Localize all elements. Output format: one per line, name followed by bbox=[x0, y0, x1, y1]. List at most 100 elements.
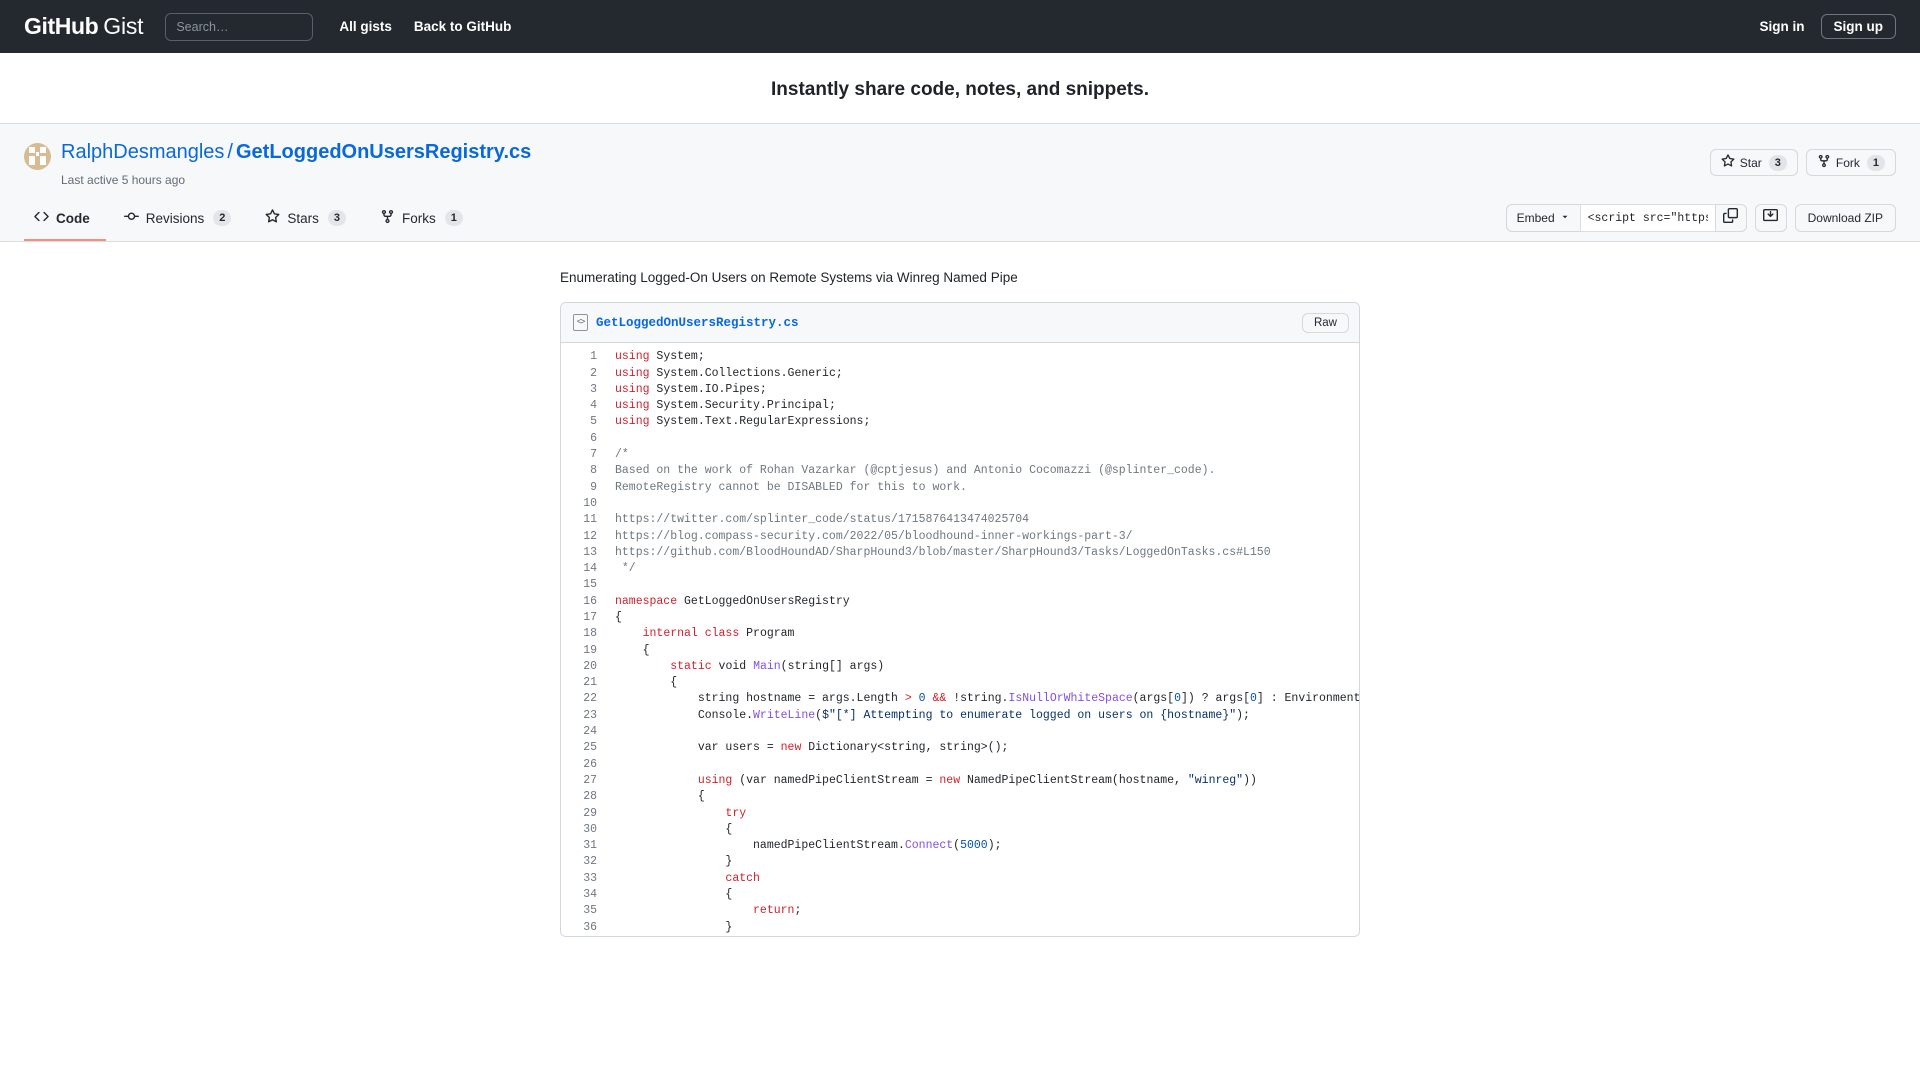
line-number: 11 bbox=[583, 513, 597, 527]
line-number: 27 bbox=[583, 773, 597, 787]
header-actions: Star 3 Fork 1 bbox=[1709, 149, 1896, 176]
line-number: 5 bbox=[590, 415, 597, 429]
line-content: } bbox=[615, 855, 733, 869]
line-number: 19 bbox=[583, 643, 597, 657]
nav-link-back-to-github[interactable]: Back to GitHub bbox=[414, 19, 512, 34]
tab-forks-label: Forks bbox=[402, 210, 436, 226]
last-active-text: Last active 5 hours ago bbox=[61, 173, 186, 187]
code-line: 25 var users = new Dictionary<string, st… bbox=[561, 740, 1359, 756]
line-content: https://twitter.com/splinter_code/status… bbox=[615, 513, 1030, 527]
code-file-icon: <> bbox=[573, 314, 588, 332]
code-line: 27 using (var namedPipeClientStream = ne… bbox=[561, 773, 1359, 789]
line-number: 29 bbox=[583, 806, 597, 820]
line-content: Based on the work of Rohan Vazarkar (@cp… bbox=[615, 464, 1216, 478]
chevron-down-icon bbox=[1560, 211, 1570, 225]
line-content: */ bbox=[615, 562, 636, 576]
gist-owner-link[interactable]: RalphDesmangles bbox=[61, 141, 224, 163]
gist-filename-link[interactable]: GetLoggedOnUsersRegistry.cs bbox=[236, 141, 531, 163]
line-content: namespace GetLoggedOnUsersRegistry bbox=[615, 594, 850, 608]
line-content: { bbox=[615, 790, 705, 804]
code-line: 13 https://github.com/BloodHoundAD/SharpH… bbox=[561, 545, 1359, 561]
code-line: 16 namespace GetLoggedOnUsersRegistry bbox=[561, 594, 1359, 610]
search-input[interactable] bbox=[165, 12, 314, 41]
line-content: /* bbox=[615, 448, 629, 462]
line-content: { bbox=[615, 611, 622, 624]
line-content bbox=[607, 431, 615, 447]
code-line: 28 { bbox=[561, 789, 1359, 805]
line-content bbox=[607, 496, 615, 512]
nav-link-all-gists[interactable]: All gists bbox=[339, 19, 392, 34]
line-content: var users = new Dictionary<string, strin… bbox=[615, 741, 1009, 755]
fork-button[interactable]: Fork 1 bbox=[1805, 149, 1896, 176]
line-number: 9 bbox=[590, 480, 597, 494]
download-zip-button[interactable]: Download ZIP bbox=[1794, 204, 1896, 232]
sign-in-link[interactable]: Sign in bbox=[1760, 19, 1805, 34]
embed-script-input[interactable] bbox=[1579, 204, 1715, 232]
line-content: { bbox=[615, 822, 733, 836]
raw-button[interactable]: Raw bbox=[1301, 312, 1349, 333]
sign-up-button[interactable]: Sign up bbox=[1820, 14, 1896, 39]
top-navigation-bar: GitHub Gist All gists Back to GitHub Sig… bbox=[0, 0, 1920, 53]
gist-description: Enumerating Logged-On Users on Remote Sy… bbox=[560, 270, 1018, 285]
embed-select-label: Embed bbox=[1516, 211, 1555, 225]
line-content: namedPipeClientStream.Connect(5000); bbox=[615, 839, 1002, 853]
line-number: 25 bbox=[583, 741, 597, 755]
code-line: 20 static void Main(string[] args) bbox=[561, 659, 1359, 675]
code-line: 21 { bbox=[561, 675, 1359, 691]
line-number: 17 bbox=[583, 611, 597, 624]
tab-forks-count: 1 bbox=[444, 210, 463, 226]
line-number: 18 bbox=[583, 627, 597, 641]
file-name-link[interactable]: GetLoggedOnUsersRegistry.cs bbox=[596, 316, 799, 330]
code-line: 14 */ bbox=[561, 561, 1359, 577]
tagline-area: Instantly share code, notes, and snippet… bbox=[0, 53, 1920, 123]
line-number: 6 bbox=[590, 431, 597, 445]
code-line: 33 catch bbox=[561, 871, 1359, 887]
code-line: 22 string hostname = args.Length > 0 && … bbox=[561, 691, 1359, 707]
code-line: 7 /* bbox=[561, 447, 1359, 463]
star-count: 3 bbox=[1768, 154, 1787, 171]
avatar[interactable] bbox=[24, 143, 51, 170]
code-line: 6 bbox=[561, 431, 1359, 447]
page-title: RalphDesmangles / GetLoggedOnUsersRegistry… bbox=[61, 140, 531, 165]
gist-title-row: RalphDesmangles / GetLoggedOnUsersRegistry… bbox=[24, 140, 1896, 170]
code-icon bbox=[34, 209, 49, 227]
code-viewer[interactable]: 1 using System; 2 using System.Collections.… bbox=[561, 343, 1359, 936]
tagline-text: Instantly share code, notes, and snippet… bbox=[771, 79, 1149, 100]
code-line: 1 using System; bbox=[561, 349, 1359, 365]
gist-file-box: <> GetLoggedOnUsersRegistry.cs Raw 1 usin… bbox=[560, 302, 1360, 937]
tab-code[interactable]: Code bbox=[24, 201, 106, 241]
code-line: 18 internal class Program bbox=[561, 626, 1359, 642]
gist-header: RalphDesmangles / GetLoggedOnUsersRegistry… bbox=[0, 123, 1920, 242]
line-content: { bbox=[615, 888, 733, 902]
code-line: 35 return; bbox=[561, 903, 1359, 919]
tab-stars[interactable]: Stars 3 bbox=[255, 201, 362, 241]
line-content: using System.IO.Pipes; bbox=[615, 382, 767, 396]
open-in-desktop-button[interactable] bbox=[1754, 204, 1787, 232]
tab-code-label: Code bbox=[56, 210, 90, 226]
gist-logo[interactable]: GitHub Gist bbox=[24, 13, 144, 40]
line-number: 4 bbox=[590, 399, 597, 413]
line-number: 20 bbox=[583, 659, 597, 673]
line-number: 1 bbox=[590, 350, 597, 364]
code-line: 24 bbox=[561, 724, 1359, 740]
tab-revisions[interactable]: Revisions 2 bbox=[114, 201, 248, 241]
star-icon bbox=[1721, 154, 1735, 171]
code-line: 34 { bbox=[561, 887, 1359, 903]
tab-forks[interactable]: Forks 1 bbox=[370, 201, 479, 241]
line-number: 15 bbox=[583, 578, 597, 592]
line-number: 32 bbox=[583, 855, 597, 869]
line-number: 8 bbox=[590, 464, 597, 478]
line-number: 23 bbox=[583, 708, 597, 722]
line-number: 7 bbox=[590, 448, 597, 462]
line-number: 34 bbox=[583, 888, 597, 902]
line-number: 13 bbox=[583, 545, 597, 559]
star-button[interactable]: Star 3 bbox=[1709, 149, 1798, 176]
copy-embed-button[interactable] bbox=[1714, 204, 1747, 232]
line-content: using (var namedPipeClientStream = new N… bbox=[697, 773, 1257, 787]
line-number: 22 bbox=[583, 692, 597, 706]
line-content: try bbox=[725, 806, 747, 820]
line-number: 16 bbox=[583, 594, 597, 608]
line-number: 3 bbox=[590, 382, 597, 396]
logo-github-text: GitHub bbox=[24, 13, 99, 39]
embed-select-button[interactable]: Embed bbox=[1505, 204, 1580, 232]
